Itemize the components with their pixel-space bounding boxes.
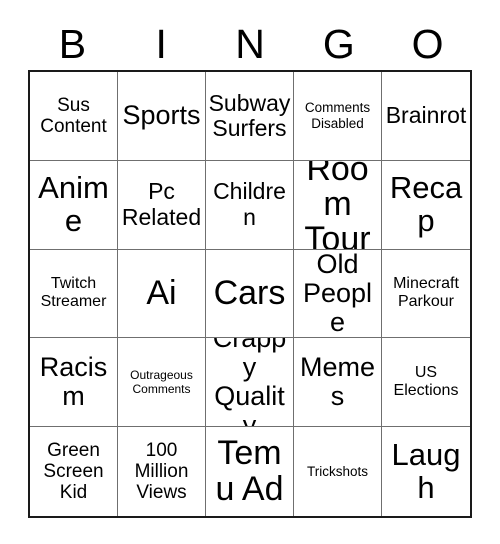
bingo-header: BINGO [28, 18, 472, 70]
bingo-cell-r3-c3[interactable]: Memes [294, 338, 382, 428]
bingo-cell-label: Ai [146, 273, 177, 312]
bingo-cell-r2-c0[interactable]: Twitch Streamer [30, 249, 118, 339]
bingo-cell-label: Comments Disabled [304, 99, 371, 131]
bingo-cell-r2-c2[interactable]: Cars [206, 249, 294, 339]
bingo-cell-r4-c0[interactable]: Green Screen Kid [30, 427, 118, 516]
bingo-cell-label: Racism [39, 352, 108, 412]
bingo-cell-label: Temu Ad [215, 434, 284, 508]
bingo-cell-r1-c3[interactable]: Room Tour [294, 160, 382, 250]
bingo-header-letter-0: B [58, 20, 87, 67]
bingo-cell-label: Sus Content [40, 94, 107, 137]
bingo-card: B I N G O Sus Content Sports Subway Surfers Com… [0, 0, 500, 544]
bingo-cell-r0-c1[interactable]: Sports [118, 72, 206, 161]
bingo-cell-label: Trickshots [306, 463, 368, 479]
bingo-cell-label: Brainrot [385, 102, 467, 129]
bingo-cell-r1-c1[interactable]: Pc Related [118, 160, 206, 250]
bingo-cell-label: Crappy Quality [213, 338, 287, 428]
bingo-cell-r0-c4[interactable]: Brainrot [382, 72, 470, 161]
bingo-cell-label: Memes [299, 352, 375, 412]
bingo-cell-r0-c2[interactable]: Subway Surfers [206, 72, 294, 161]
bingo-cell-r4-c3[interactable]: Trickshots [294, 427, 382, 516]
bingo-cell-label: Children [213, 178, 286, 230]
bingo-cell-label: Old People [302, 249, 373, 338]
bingo-cell-r2-c4[interactable]: Minecraft Parkour [382, 249, 470, 339]
bingo-cell-r4-c4[interactable]: Laugh [382, 427, 470, 516]
bingo-cell-label: Minecraft Parkour [393, 274, 459, 311]
bingo-cell-r1-c0[interactable]: Anime [30, 160, 118, 250]
bingo-cell-r3-c4[interactable]: US Elections [382, 338, 470, 428]
bingo-cell-r1-c2[interactable]: Children [206, 160, 294, 250]
bingo-cell-r4-c2[interactable]: Temu Ad [206, 427, 294, 516]
bingo-cell-r3-c2[interactable]: Crappy Quality [206, 338, 294, 428]
bingo-cell-r3-c1[interactable]: Outrageous Comments [118, 338, 206, 428]
bingo-cell-label: Recap [389, 169, 463, 238]
bingo-cell-r0-c0[interactable]: Sus Content [30, 72, 118, 161]
bingo-cell-label: Room Tour [304, 160, 371, 250]
bingo-cell-label: Subway Surfers [208, 89, 291, 141]
bingo-header-letter-2: N [235, 20, 265, 67]
bingo-header-letter-4: O [411, 20, 444, 67]
bingo-cell-label: Pc Related [121, 178, 202, 230]
bingo-cell-label: 100 Million Views [134, 439, 189, 504]
bingo-cell-label: Outrageous Comments [130, 367, 193, 397]
bingo-grid: Sus Content Sports Subway Surfers Comments … [28, 70, 472, 518]
bingo-header-letter-1: I [155, 20, 167, 67]
bingo-cell-label: US Elections [393, 363, 459, 400]
bingo-cell-r3-c0[interactable]: Racism [30, 338, 118, 428]
bingo-cell-label: Twitch Streamer [40, 274, 107, 311]
bingo-cell-label: Anime [38, 169, 109, 238]
bingo-cell-label: Sports [122, 100, 201, 131]
bingo-cell-r4-c1[interactable]: 100 Million Views [118, 427, 206, 516]
bingo-cell-label: Cars [213, 273, 286, 312]
bingo-header-letter-3: G [322, 20, 355, 67]
bingo-cell-label: Green Screen Kid [43, 439, 104, 504]
bingo-cell-label: Laugh [391, 436, 461, 505]
bingo-cell-r1-c4[interactable]: Recap [382, 160, 470, 250]
bingo-cell-r0-c3[interactable]: Comments Disabled [294, 72, 382, 161]
bingo-cell-r2-c3[interactable]: Old People [294, 249, 382, 339]
bingo-cell-r2-c1[interactable]: Ai [118, 249, 206, 339]
